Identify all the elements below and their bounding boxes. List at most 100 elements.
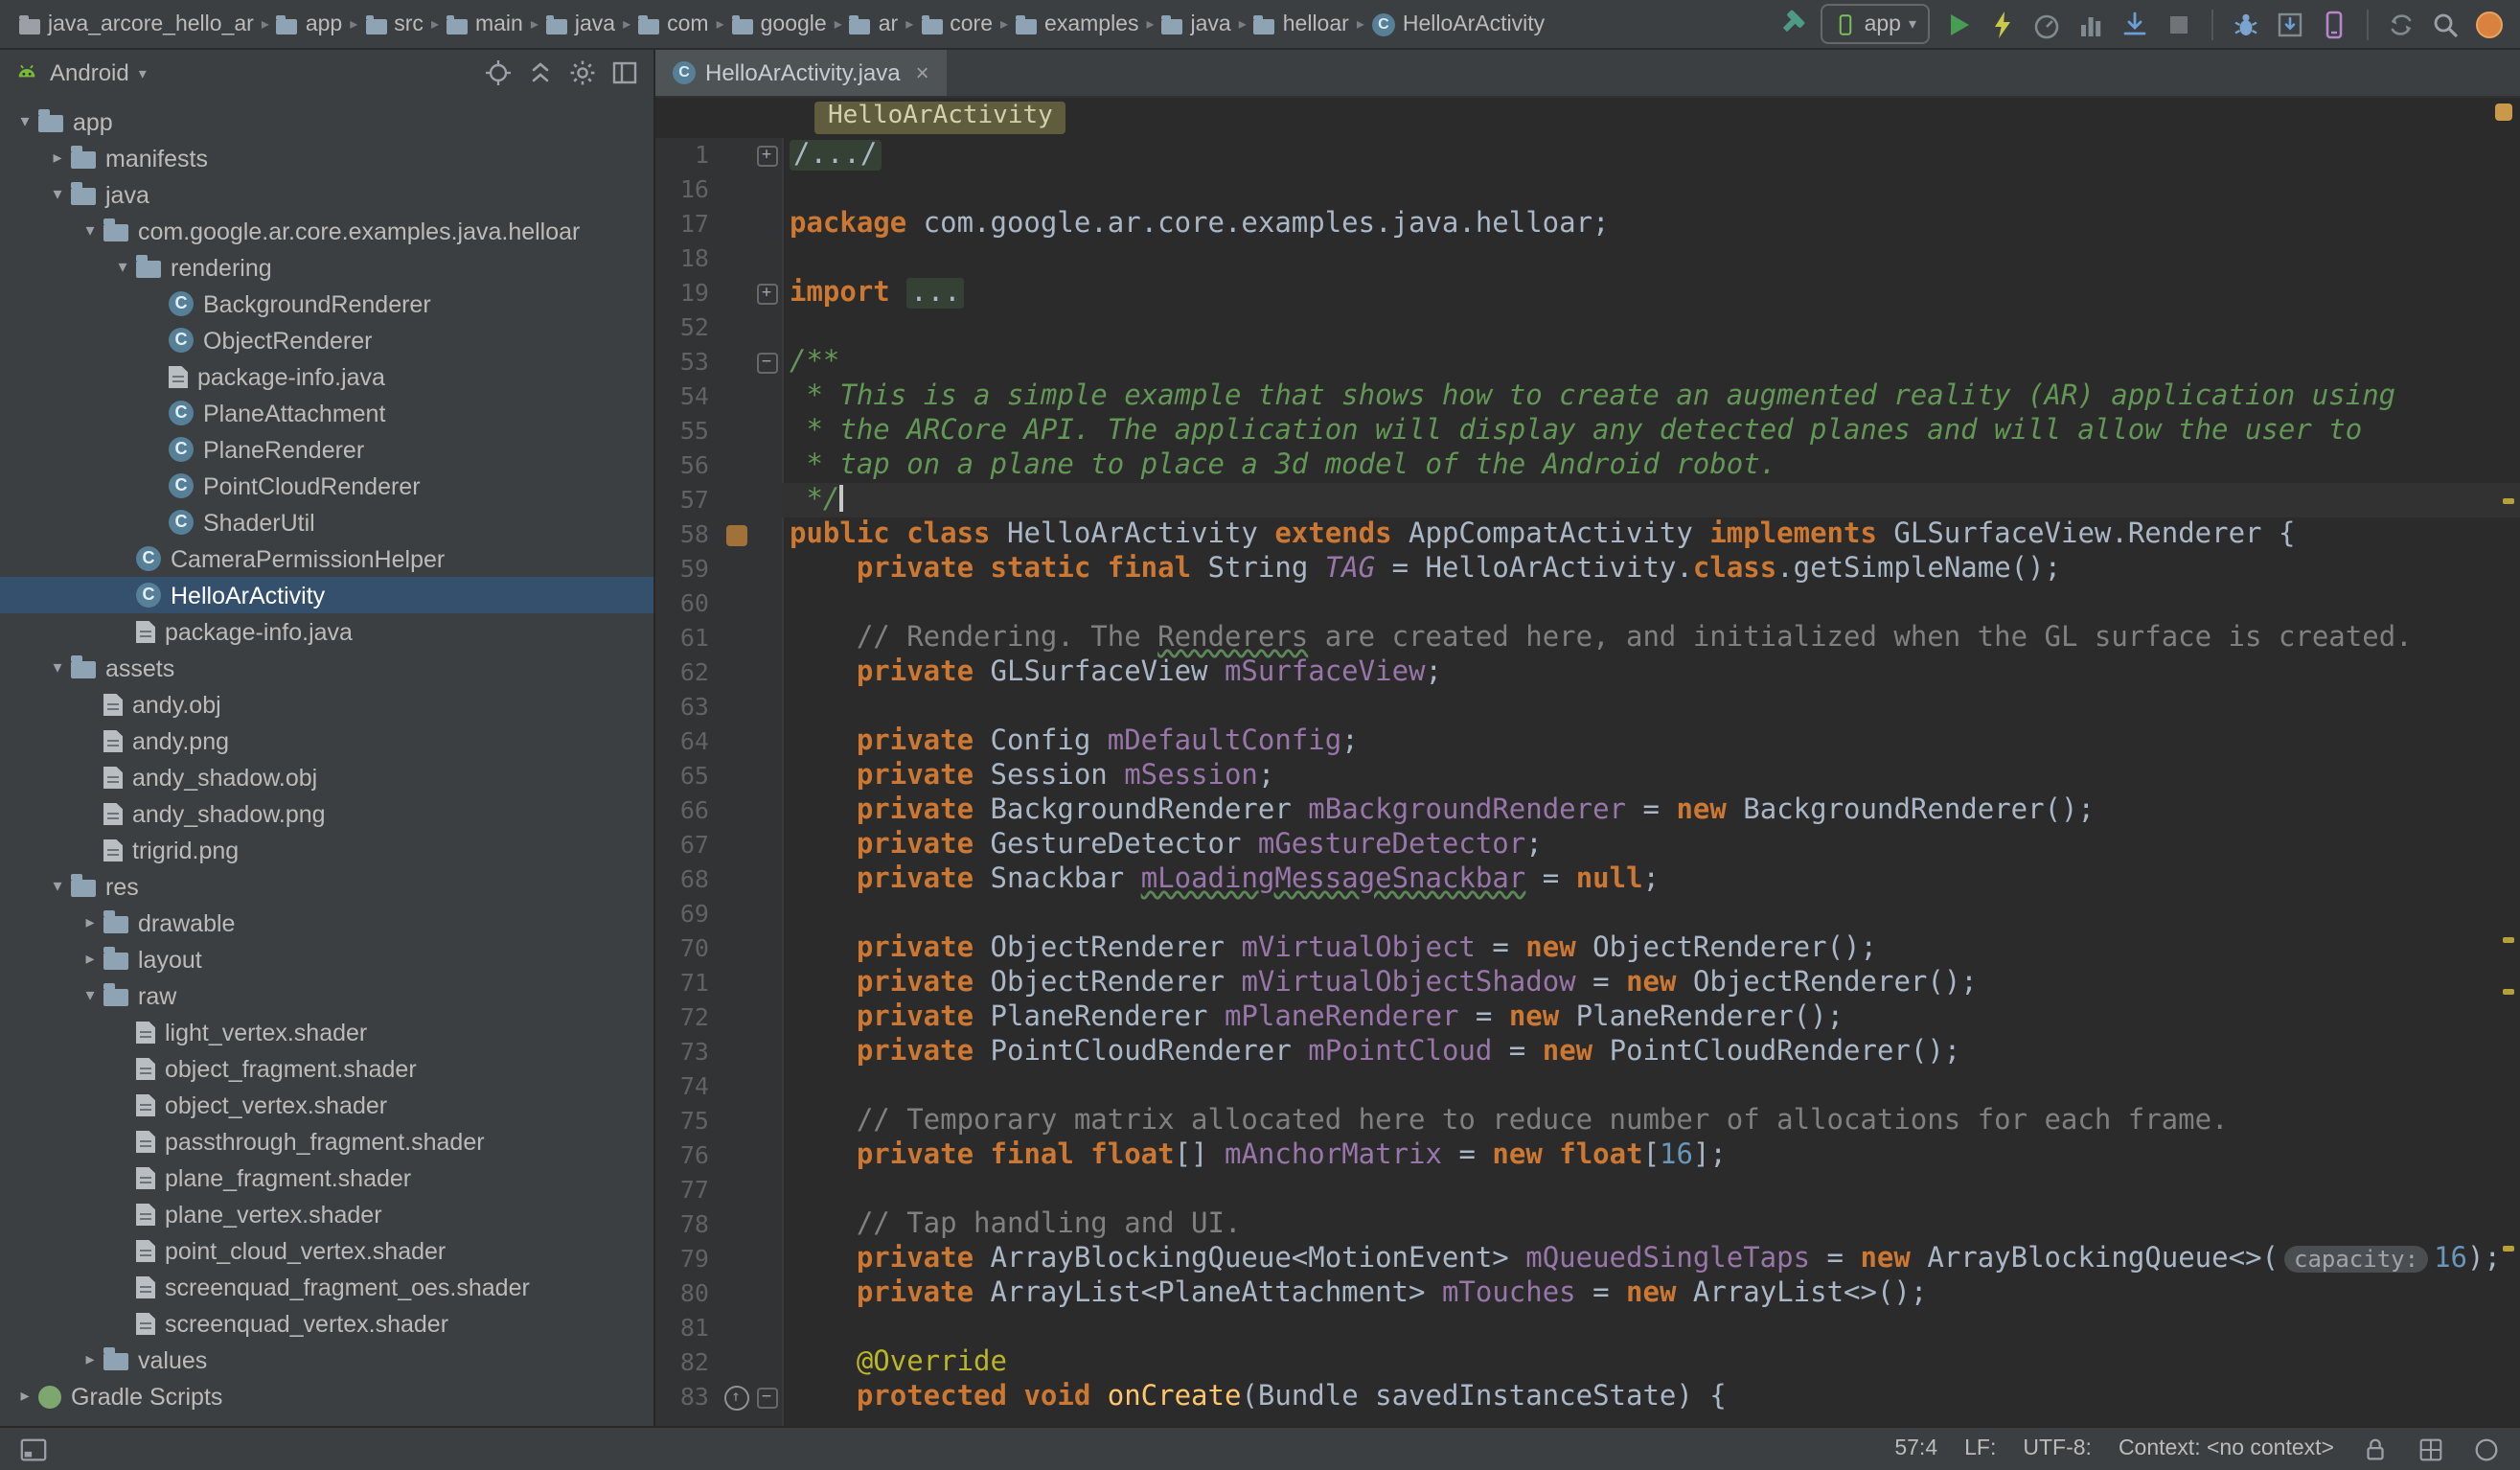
code-line[interactable]: 71 private ObjectRenderer mVirtualObject… [655,966,2520,1000]
breadcrumb-item[interactable]: core [917,12,997,35]
run-configuration-select[interactable]: app ▾ [1821,4,1930,44]
tree-item-planeattachment[interactable]: CPlaneAttachment [0,395,653,431]
tree-item-objectrenderer[interactable]: CObjectRenderer [0,322,653,358]
code-line[interactable]: 60 [655,586,2520,621]
chevron-right-icon[interactable]: ▸ [11,1386,38,1407]
hide-panel-icon[interactable] [609,57,640,88]
code-line[interactable]: 52 [655,310,2520,345]
chevron-down-icon[interactable]: ▾ [77,985,103,1006]
sync-project-icon[interactable] [2386,9,2417,39]
editor-breadcrumb[interactable]: HelloArActivity [814,102,1066,134]
monitor-icon[interactable] [2075,9,2106,39]
breadcrumb-item[interactable]: main [443,12,527,35]
tree-item-andy-obj[interactable]: andy.obj [0,686,653,723]
code-line[interactable]: 66 private BackgroundRenderer mBackgroun… [655,793,2520,828]
breadcrumb-item[interactable]: java_arcore_hello_ar [15,12,258,35]
code-line[interactable]: 78 // Tap handling and UI. [655,1207,2520,1242]
tree-item-pointcloudrenderer[interactable]: CPointCloudRenderer [0,468,653,504]
code-line[interactable]: 57 */ [655,483,2520,517]
code-line[interactable]: 79 private ArrayBlockingQueue<MotionEven… [655,1242,2520,1276]
chevron-down-icon[interactable]: ▾ [44,876,71,897]
tree-item-package-info-java[interactable]: package-info.java [0,613,653,650]
sdk-manager-icon[interactable] [2275,9,2305,39]
profiler-icon[interactable] [2031,9,2062,39]
tree-item-passthrough-fragment-shader[interactable]: passthrough_fragment.shader [0,1123,653,1160]
tree-item-raw[interactable]: ▾raw [0,977,653,1014]
instant-run-icon[interactable] [1987,9,2018,39]
code-line[interactable]: 55 * the ARCore API. The application wil… [655,414,2520,448]
apk-install-icon[interactable] [2119,9,2150,39]
locate-icon[interactable] [483,57,514,88]
tree-item-package-info-java[interactable]: package-info.java [0,358,653,395]
warning-stripe-mark[interactable] [2503,1246,2514,1252]
stop-button[interactable] [2164,9,2194,39]
caret-position[interactable]: 57:4 [1894,1437,1937,1460]
code-line[interactable]: 62 private GLSurfaceView mSurfaceView; [655,655,2520,690]
code-line[interactable]: 83↑− protected void onCreate(Bundle save… [655,1380,2520,1414]
code-editor[interactable]: 1+/.../1617package com.google.ar.core.ex… [655,138,2520,1426]
code-line[interactable]: 74 [655,1069,2520,1104]
tree-item-assets[interactable]: ▾assets [0,650,653,686]
tree-item-helloaractivity[interactable]: CHelloArActivity [0,577,653,613]
tree-item-light-vertex-shader[interactable]: light_vertex.shader [0,1014,653,1050]
avd-manager-icon[interactable] [2319,9,2349,39]
context-widget[interactable]: Context: <no context> [2119,1437,2334,1460]
tree-item-com-google-ar-core-examples-java-helloar[interactable]: ▾com.google.ar.core.examples.java.helloa… [0,213,653,249]
line-separator[interactable]: LF: [1964,1437,1996,1460]
code-line[interactable]: 80 private ArrayList<PlaneAttachment> mT… [655,1276,2520,1311]
warning-stripe-mark[interactable] [2503,988,2514,994]
warning-stripe-mark[interactable] [2503,498,2514,504]
code-line[interactable]: 61 // Rendering. The Renderers are creat… [655,621,2520,655]
code-line[interactable]: 53−/** [655,345,2520,379]
code-line[interactable]: 59 private static final String TAG = Hel… [655,552,2520,586]
editor-gutter[interactable] [655,138,782,1426]
code-line[interactable]: 72 private PlaneRenderer mPlaneRenderer … [655,1000,2520,1035]
run-button[interactable] [1943,9,1974,39]
code-line[interactable]: 56 * tap on a plane to place a 3d model … [655,448,2520,483]
tree-item-screenquad-vertex-shader[interactable]: screenquad_vertex.shader [0,1305,653,1342]
breadcrumb-item[interactable]: java [1158,12,1235,35]
tree-item-andy-png[interactable]: andy.png [0,723,653,759]
tree-item-layout[interactable]: ▸layout [0,941,653,977]
code-line[interactable]: 54 * This is a simple example that shows… [655,379,2520,414]
code-line[interactable]: 18 [655,241,2520,276]
code-line[interactable]: 65 private Session mSession; [655,759,2520,793]
chevron-right-icon[interactable]: ▸ [77,1349,103,1370]
whats-new-icon[interactable] [2474,9,2505,39]
tree-item-planerenderer[interactable]: CPlaneRenderer [0,431,653,468]
dashboard-icon[interactable] [2417,1435,2445,1463]
tree-item-manifests[interactable]: ▸manifests [0,140,653,176]
search-everywhere-icon[interactable] [2430,9,2461,39]
code-line[interactable]: 81 [655,1311,2520,1345]
tree-item-point-cloud-vertex-shader[interactable]: point_cloud_vertex.shader [0,1232,653,1269]
tree-item-plane-fragment-shader[interactable]: plane_fragment.shader [0,1160,653,1196]
code-line[interactable]: 19+import ... [655,276,2520,310]
chevron-right-icon[interactable]: ▸ [77,949,103,970]
code-line[interactable]: 82 @Override [655,1345,2520,1380]
code-line[interactable]: 68 private Snackbar mLoadingMessageSnack… [655,862,2520,897]
tree-item-rendering[interactable]: ▾rendering [0,249,653,286]
breadcrumb-item[interactable]: src [361,12,427,35]
chevron-down-icon[interactable]: ▾ [44,657,71,678]
code-line[interactable]: 69 [655,897,2520,931]
tree-item-values[interactable]: ▸values [0,1342,653,1378]
breadcrumb-item[interactable]: helloar [1250,12,1353,35]
build-hammer-icon[interactable] [1776,9,1807,39]
tree-item-camerapermissionhelper[interactable]: CCameraPermissionHelper [0,540,653,577]
attach-debugger-icon[interactable] [2231,9,2261,39]
tree-item-object-vertex-shader[interactable]: object_vertex.shader [0,1087,653,1123]
code-line[interactable]: 64 private Config mDefaultConfig; [655,724,2520,759]
project-view-selector[interactable]: Android [50,59,129,86]
code-line[interactable]: 77 [655,1173,2520,1207]
tree-item-andy-shadow-png[interactable]: andy_shadow.png [0,795,653,832]
chevron-right-icon[interactable]: ▸ [44,148,71,169]
code-line[interactable]: 73 private PointCloudRenderer mPointClou… [655,1035,2520,1069]
tree-item-shaderutil[interactable]: CShaderUtil [0,504,653,540]
settings-gear-icon[interactable] [567,57,598,88]
inspection-indicator[interactable] [2495,103,2512,121]
lock-icon[interactable] [2361,1435,2390,1463]
code-line[interactable]: 75 // Temporary matrix allocated here to… [655,1104,2520,1138]
breadcrumb-item[interactable]: examples [1012,12,1142,35]
warning-stripe-mark[interactable] [2503,936,2514,942]
tree-item-screenquad-fragment-oes-shader[interactable]: screenquad_fragment_oes.shader [0,1269,653,1305]
